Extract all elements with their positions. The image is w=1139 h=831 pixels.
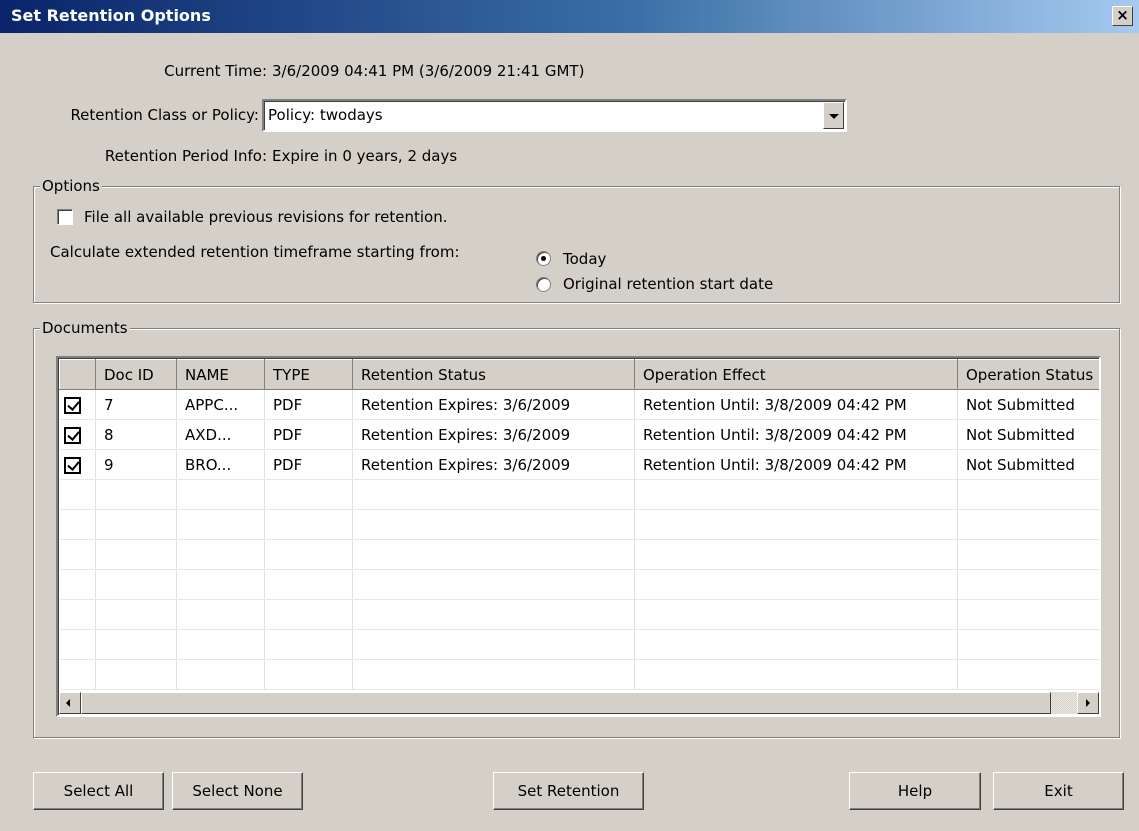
title-bar[interactable]: Set Retention Options × bbox=[0, 0, 1139, 33]
retention-status-cell: Retention Expires: 3/6/2009 bbox=[352, 449, 635, 480]
operation-effect-cell: Retention Until: 3/8/2009 04:42 PM bbox=[634, 449, 958, 480]
column-header-operation-effect[interactable]: Operation Effect bbox=[634, 359, 958, 390]
file-revisions-label: File all available previous revisions fo… bbox=[84, 208, 448, 226]
scroll-right-icon[interactable] bbox=[1077, 692, 1099, 714]
calc-timeframe-label: Calculate extended retention timeframe s… bbox=[50, 243, 460, 261]
column-header-name[interactable]: NAME bbox=[176, 359, 265, 390]
empty-row bbox=[59, 479, 1099, 510]
exit-button[interactable]: Exit bbox=[993, 772, 1124, 810]
name-cell: BRO... bbox=[176, 449, 265, 480]
retention-status-cell: Retention Expires: 3/6/2009 bbox=[352, 389, 635, 420]
documents-table: Doc ID NAME TYPE Retention Status Operat… bbox=[56, 356, 1101, 717]
row-checkbox[interactable] bbox=[63, 426, 81, 444]
radio-today[interactable] bbox=[536, 251, 551, 266]
empty-row bbox=[59, 599, 1099, 630]
empty-row bbox=[59, 539, 1099, 570]
empty-row bbox=[59, 629, 1099, 660]
documents-legend: Documents bbox=[40, 319, 130, 337]
current-time-label: Current Time: bbox=[164, 62, 267, 80]
set-retention-dialog: Set Retention Options × Current Time: 3/… bbox=[0, 0, 1139, 831]
table-row[interactable]: 7 APPC... PDF Retention Expires: 3/6/200… bbox=[59, 389, 1099, 420]
retention-policy-select[interactable]: Policy: twodays bbox=[262, 99, 847, 132]
column-header-retention-status[interactable]: Retention Status bbox=[352, 359, 635, 390]
set-retention-button[interactable]: Set Retention bbox=[493, 772, 644, 810]
retention-status-cell: Retention Expires: 3/6/2009 bbox=[352, 419, 635, 450]
window-title: Set Retention Options bbox=[11, 6, 211, 25]
radio-original-date[interactable] bbox=[536, 277, 551, 292]
radio-original-date-label: Original retention start date bbox=[563, 275, 774, 293]
empty-row bbox=[59, 509, 1099, 540]
operation-status-cell: Not Submitted bbox=[957, 419, 1099, 450]
name-cell: APPC... bbox=[176, 389, 265, 420]
radio-today-label: Today bbox=[563, 250, 607, 268]
operation-status-cell: Not Submitted bbox=[957, 449, 1099, 480]
scroll-left-icon[interactable] bbox=[59, 692, 81, 714]
close-button[interactable]: × bbox=[1112, 6, 1133, 26]
operation-effect-cell: Retention Until: 3/8/2009 04:42 PM bbox=[634, 419, 958, 450]
help-button[interactable]: Help bbox=[849, 772, 981, 810]
table-row[interactable]: 9 BRO... PDF Retention Expires: 3/6/2009… bbox=[59, 449, 1099, 480]
retention-policy-value: Policy: twodays bbox=[268, 106, 383, 124]
name-cell: AXD... bbox=[176, 419, 265, 450]
scrollbar-thumb[interactable] bbox=[81, 692, 1051, 714]
type-cell: PDF bbox=[264, 449, 353, 480]
type-cell: PDF bbox=[264, 389, 353, 420]
empty-row bbox=[59, 569, 1099, 600]
operation-effect-cell: Retention Until: 3/8/2009 04:42 PM bbox=[634, 389, 958, 420]
table-row[interactable]: 8 AXD... PDF Retention Expires: 3/6/2009… bbox=[59, 419, 1099, 450]
row-checkbox[interactable] bbox=[63, 396, 81, 414]
close-icon: × bbox=[1116, 6, 1129, 24]
table-header: Doc ID NAME TYPE Retention Status Operat… bbox=[59, 359, 1099, 390]
retention-period-label: Retention Period Info: bbox=[104, 147, 267, 165]
doc-id-cell: 9 bbox=[95, 449, 177, 480]
doc-id-cell: 8 bbox=[95, 419, 177, 450]
select-none-button[interactable]: Select None bbox=[172, 772, 303, 810]
column-header-select[interactable] bbox=[59, 359, 96, 390]
column-header-operation-status[interactable]: Operation Status bbox=[957, 359, 1099, 390]
options-legend: Options bbox=[40, 177, 102, 195]
select-all-button[interactable]: Select All bbox=[33, 772, 164, 810]
retention-period-value: Expire in 0 years, 2 days bbox=[272, 147, 458, 165]
current-time-value: 3/6/2009 04:41 PM (3/6/2009 21:41 GMT) bbox=[272, 62, 585, 80]
column-header-type[interactable]: TYPE bbox=[264, 359, 353, 390]
doc-id-cell: 7 bbox=[95, 389, 177, 420]
horizontal-scrollbar[interactable] bbox=[59, 692, 1099, 714]
column-header-doc-id[interactable]: Doc ID bbox=[95, 359, 177, 390]
type-cell: PDF bbox=[264, 419, 353, 450]
chevron-down-icon[interactable] bbox=[823, 102, 844, 129]
empty-row bbox=[59, 659, 1099, 690]
row-checkbox[interactable] bbox=[63, 456, 81, 474]
retention-class-label: Retention Class or Policy: bbox=[70, 106, 259, 124]
operation-status-cell: Not Submitted bbox=[957, 389, 1099, 420]
file-revisions-checkbox[interactable] bbox=[57, 209, 73, 225]
